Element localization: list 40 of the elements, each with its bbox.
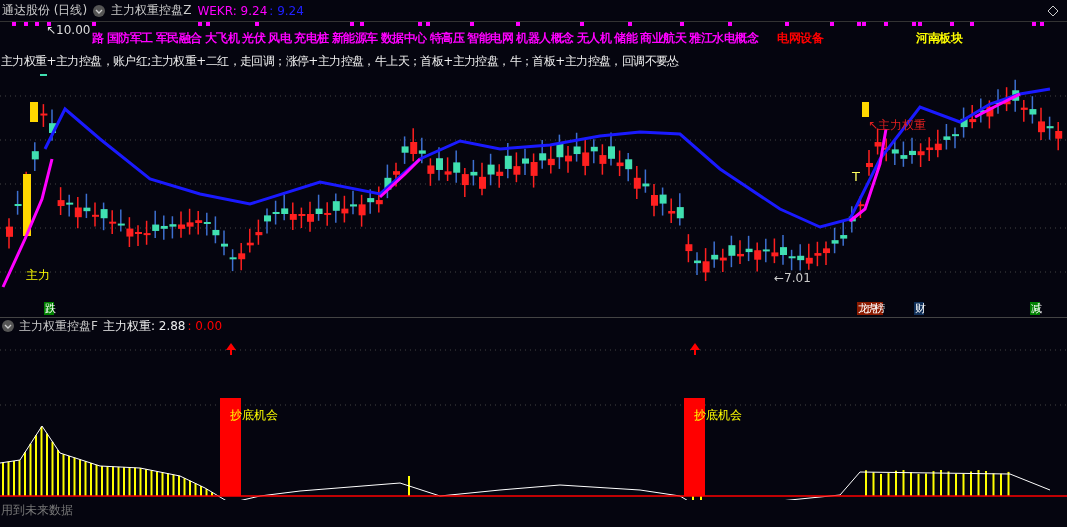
dropdown-icon[interactable] xyxy=(93,4,106,17)
concept-tag: 充电桩 xyxy=(294,29,329,47)
concept-tag: 无人机 xyxy=(576,29,611,47)
concept-tag: 商业航天 xyxy=(640,29,686,47)
event-badge: 减 xyxy=(1030,302,1040,315)
concept-tag: 军民融合 xyxy=(155,29,202,47)
concept-tag: 智能电网 xyxy=(467,29,513,47)
indicator-value: 主力权重: 2.88 xyxy=(102,317,186,335)
indicator-value: : 9.24 xyxy=(269,3,304,18)
indicator-name: 主力权重控盘Z xyxy=(111,2,192,19)
concept-tag: 储能 xyxy=(614,29,637,47)
concept-tag: 数据中心 xyxy=(380,29,427,47)
strategy-description: 主力权重+主力控盘，账户红;主力权重+二红，走回调；涨停+主力控盘，牛上天；首板+主力控盘，牛；首板+主力控盘，回调不要怂 xyxy=(0,53,680,70)
concept-tag: 路 xyxy=(92,29,104,47)
price-label: 主力 xyxy=(26,268,50,282)
event-badge: 龙虎榜 xyxy=(857,302,883,315)
concept-tag: 新能源车 xyxy=(331,29,378,47)
price-label: ↖10.00 xyxy=(46,23,91,37)
concept-tag: 雅江水电概念 xyxy=(689,29,758,47)
up-arrow-icon xyxy=(226,343,236,356)
price-label: ←7.01 xyxy=(774,271,811,285)
concept-tag: 特高压 xyxy=(429,29,464,47)
indicator-name: 主力权重控盘F xyxy=(19,317,98,335)
stock-title: 通达股份 (日线) xyxy=(2,2,88,19)
concept-tag: 大飞机 xyxy=(204,29,239,47)
event-badge: 财 xyxy=(914,302,924,315)
up-arrow-icon xyxy=(690,343,700,356)
concept-tag: 国防军工 xyxy=(106,29,153,47)
footer-note: 用到未来数据 xyxy=(0,502,74,519)
concept-tag: 河南板块 xyxy=(916,29,962,47)
concept-tag: 风电 xyxy=(268,29,291,47)
indicator-value: WEKR: 9.24 xyxy=(197,3,268,18)
dropdown-icon[interactable] xyxy=(2,320,14,332)
concept-tag: 电网设备 xyxy=(777,29,823,47)
concept-tag: 光伏 xyxy=(242,29,265,47)
price-label: T xyxy=(852,170,860,184)
diamond-icon[interactable] xyxy=(1047,4,1059,17)
concept-tag: 机器人概念 xyxy=(516,29,574,47)
indicator-value: : 0.00 xyxy=(187,319,223,333)
event-badge: 跌 xyxy=(44,302,54,315)
